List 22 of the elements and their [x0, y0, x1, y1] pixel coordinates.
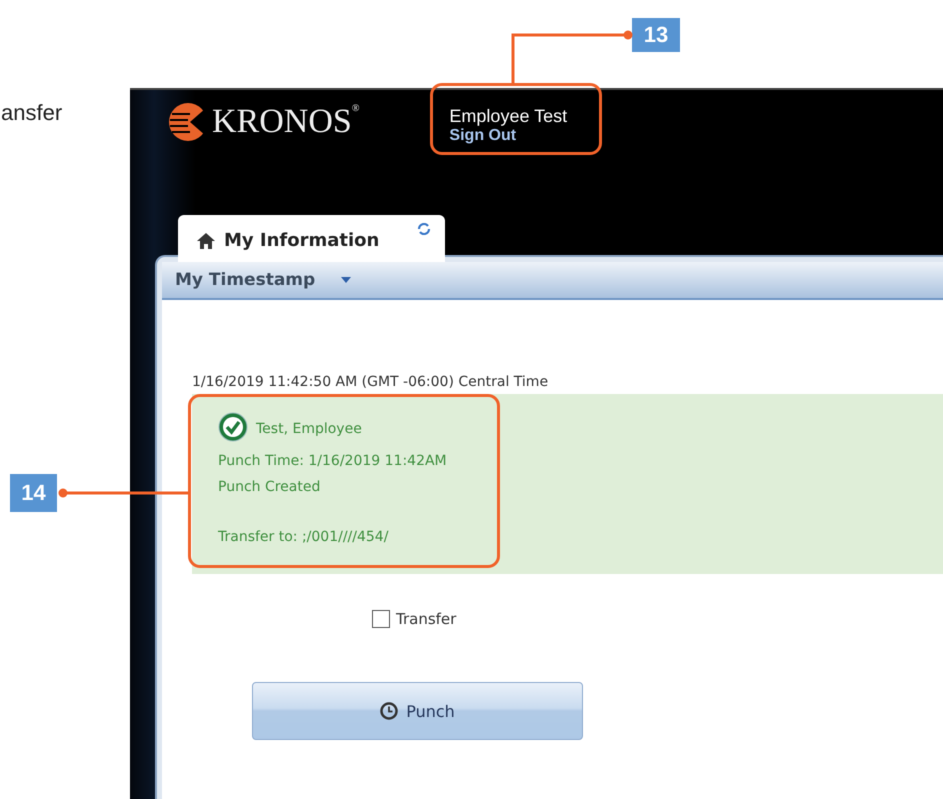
punch-status-text: Punch Created — [218, 478, 322, 497]
dropdown-caret-icon[interactable] — [341, 277, 352, 283]
punch-button[interactable]: Punch — [252, 682, 583, 740]
document-text: ansfer — [0, 100, 64, 126]
transfer-checkbox[interactable] — [372, 610, 390, 628]
transfer-text: Transfer to: ;/001////454/ — [218, 528, 390, 547]
transfer-label: Transfer — [396, 610, 456, 628]
callout-number: 14 — [10, 474, 57, 512]
logo-icon — [168, 102, 208, 142]
punch-time-text: Punch Time: 1/16/2019 11:42AM — [218, 452, 448, 471]
widget-title: My Timestamp — [175, 270, 316, 290]
tab[interactable]: My Information — [178, 215, 445, 262]
logo-text: KRONOS$^{®}$ — [212, 103, 360, 141]
home-icon — [196, 232, 216, 250]
clock-icon — [380, 702, 398, 720]
user-name: Employee Test — [449, 106, 568, 127]
callout-number: 13 — [632, 18, 680, 52]
check-icon — [218, 412, 248, 442]
timestamp-text: 1/16/2019 11:42:50 AM (GMT -06:00) Central Time — [192, 374, 550, 390]
refresh-icon[interactable] — [417, 223, 431, 235]
employee-name: Test, Employee — [256, 420, 362, 439]
sign-out-link[interactable]: Sign Out — [449, 127, 568, 145]
